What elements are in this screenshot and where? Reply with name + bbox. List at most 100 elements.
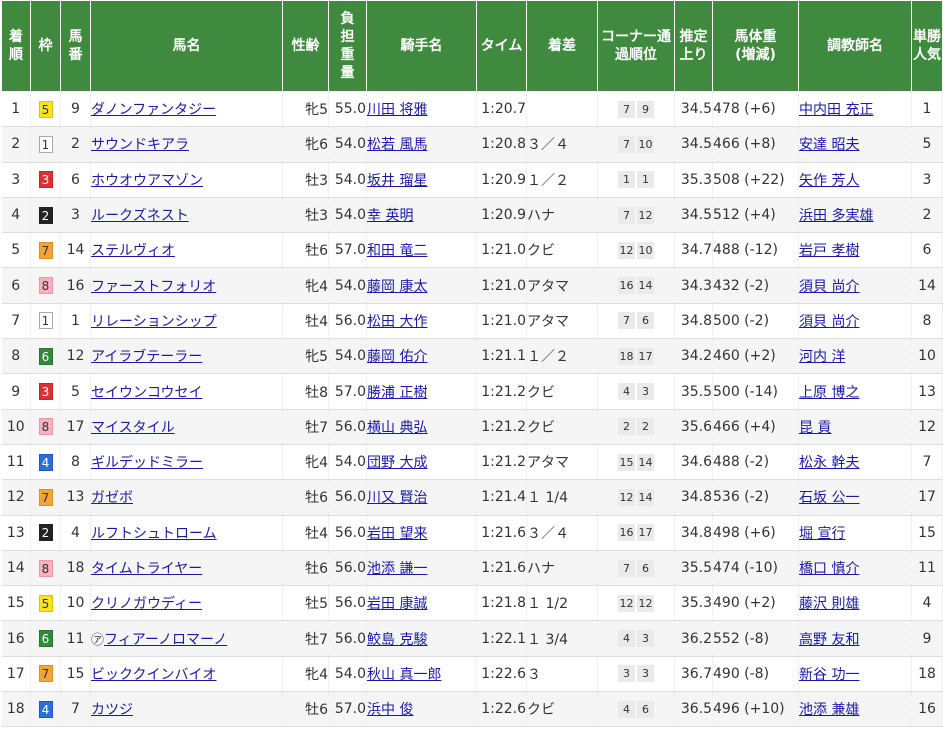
trainer-link[interactable]: 昆 貢 bbox=[799, 420, 831, 436]
horse-link[interactable]: ルークズネスト bbox=[91, 208, 189, 224]
sex-age-cell: 牝4 bbox=[282, 267, 329, 304]
trainer-link[interactable]: 浜田 多実雄 bbox=[799, 208, 873, 224]
jockey-link[interactable]: 岩田 康誠 bbox=[367, 596, 427, 612]
gate-badge: 6 bbox=[38, 347, 53, 365]
weight-cell: 56.0 bbox=[328, 550, 367, 587]
corner-pos: 7 bbox=[618, 312, 635, 330]
table-row: 4 2 3 ルークズネスト 牡3 54.0 幸 英明 1:20.9 ハナ 7 12 34.5 512 (… bbox=[1, 197, 943, 234]
trainer-link[interactable]: 上原 博之 bbox=[799, 385, 859, 401]
horse-link[interactable]: ギルデッドミラー bbox=[91, 455, 203, 471]
trainer-cell: 矢作 芳人 bbox=[798, 162, 912, 198]
horse-link[interactable]: タイムトライヤー bbox=[91, 561, 202, 577]
trainer-link[interactable]: 新谷 功一 bbox=[799, 667, 859, 683]
horse-link[interactable]: ステルヴィオ bbox=[91, 243, 175, 259]
header-margin[interactable]: 着差 bbox=[526, 0, 598, 92]
corner-cell: 22 bbox=[597, 409, 675, 445]
jockey-link[interactable]: 団野 大成 bbox=[367, 455, 427, 471]
trainer-link[interactable]: 河内 洋 bbox=[799, 349, 845, 365]
body-weight-cell: 512 (+4) bbox=[712, 197, 799, 234]
corner-pos: 14 bbox=[637, 453, 654, 471]
trainer-link[interactable]: 橋口 慎介 bbox=[799, 561, 859, 577]
margin-cell: １／２ bbox=[526, 162, 598, 198]
header-sexage[interactable]: 性齢 bbox=[282, 0, 329, 92]
header-num[interactable]: 馬番 bbox=[60, 0, 91, 92]
horse-link[interactable]: ビッククインバイオ bbox=[91, 667, 216, 683]
trainer-link[interactable]: 高野 友和 bbox=[799, 632, 859, 648]
gate-cell: 6 bbox=[30, 338, 61, 375]
horse-number-cell: 3 bbox=[60, 197, 91, 234]
popularity-cell: 9 bbox=[911, 620, 943, 657]
horse-link[interactable]: ダノンファンタジー bbox=[91, 102, 216, 118]
jockey-link[interactable]: 横山 典弘 bbox=[367, 420, 427, 436]
horse-link[interactable]: ガゼボ bbox=[91, 490, 133, 506]
header-bodyweight[interactable]: 馬体重(増減) bbox=[712, 0, 799, 92]
horse-link[interactable]: ファーストフォリオ bbox=[91, 279, 216, 295]
header-trainer[interactable]: 調教師名 bbox=[798, 0, 912, 92]
horse-link[interactable]: ルフトシュトローム bbox=[91, 526, 217, 542]
horse-name-cell: ギルデッドミラー bbox=[90, 444, 283, 481]
popularity-cell: 11 bbox=[911, 550, 943, 587]
horse-link[interactable]: カツジ bbox=[91, 702, 133, 718]
horse-link[interactable]: リレーションシップ bbox=[91, 314, 217, 330]
header-pop[interactable]: 単勝人気 bbox=[911, 0, 943, 92]
header-last3f[interactable]: 推定上り bbox=[674, 0, 713, 92]
horse-link[interactable]: マイスタイル bbox=[91, 420, 175, 436]
gate-badge: 8 bbox=[38, 559, 53, 577]
jockey-link[interactable]: 岩田 望来 bbox=[367, 526, 427, 542]
header-time[interactable]: タイム bbox=[476, 0, 527, 92]
gate-badge: 1 bbox=[38, 312, 53, 330]
horse-link[interactable]: セイウンコウセイ bbox=[91, 385, 202, 401]
jockey-link[interactable]: 坂井 瑠星 bbox=[367, 173, 427, 189]
jockey-link[interactable]: 藤岡 康太 bbox=[367, 279, 427, 295]
body-weight-cell: 474 (-10) bbox=[712, 550, 799, 587]
rank-cell: 10 bbox=[1, 409, 31, 445]
jockey-link[interactable]: 和田 竜二 bbox=[367, 243, 427, 259]
horse-name-cell: タイムトライヤー bbox=[90, 550, 283, 587]
jockey-link[interactable]: 池添 謙一 bbox=[367, 561, 427, 577]
jockey-link[interactable]: 鮫島 克駿 bbox=[367, 632, 427, 648]
trainer-link[interactable]: 堀 宣行 bbox=[799, 526, 845, 542]
body-weight-cell: 508 (+22) bbox=[712, 162, 799, 198]
trainer-link[interactable]: 矢作 芳人 bbox=[799, 173, 859, 189]
corner-pos: 14 bbox=[637, 488, 654, 506]
jockey-link[interactable]: 勝浦 正樹 bbox=[367, 385, 427, 401]
gate-badge: 1 bbox=[38, 135, 53, 153]
header-corner[interactable]: コーナー通過順位 bbox=[597, 0, 675, 92]
trainer-link[interactable]: 岩戸 孝樹 bbox=[799, 243, 859, 259]
horse-name-cell: ステルヴィオ bbox=[90, 232, 283, 269]
trainer-link[interactable]: 池添 兼雄 bbox=[799, 702, 859, 718]
jockey-link[interactable]: 藤岡 佑介 bbox=[367, 349, 427, 365]
jockey-link[interactable]: 幸 英明 bbox=[367, 208, 413, 224]
weight-cell: 57.0 bbox=[328, 232, 367, 269]
horse-link[interactable]: フィアーノロマーノ bbox=[104, 632, 227, 648]
body-weight-cell: 498 (+6) bbox=[712, 515, 799, 551]
last3f-cell: 35.6 bbox=[674, 409, 713, 445]
horse-link[interactable]: ホウオウアマゾン bbox=[91, 173, 203, 189]
jockey-link[interactable]: 松若 風馬 bbox=[367, 137, 427, 153]
header-jockey[interactable]: 騎手名 bbox=[366, 0, 477, 92]
jockey-link[interactable]: 松田 大作 bbox=[367, 314, 427, 330]
horse-link[interactable]: アイラブテーラー bbox=[91, 349, 202, 365]
horse-number-cell: 13 bbox=[60, 479, 91, 516]
weight-cell: 54.0 bbox=[328, 126, 367, 163]
horse-link[interactable]: クリノガウディー bbox=[91, 596, 202, 612]
trainer-link[interactable]: 松永 幹夫 bbox=[799, 455, 859, 471]
header-weight[interactable]: 負担重量 bbox=[328, 0, 367, 92]
trainer-link[interactable]: 須貝 尚介 bbox=[799, 314, 859, 330]
trainer-link[interactable]: 石坂 公一 bbox=[799, 490, 859, 506]
time-cell: 1:21.0 bbox=[476, 267, 527, 304]
jockey-link[interactable]: 秋山 真一郎 bbox=[367, 667, 441, 683]
jockey-cell: 和田 竜二 bbox=[366, 232, 477, 269]
jockey-link[interactable]: 川田 将雅 bbox=[367, 102, 427, 118]
trainer-link[interactable]: 藤沢 則雄 bbox=[799, 596, 859, 612]
trainer-link[interactable]: 安達 昭夫 bbox=[799, 137, 859, 153]
corner-positions: 12 10 bbox=[618, 241, 654, 259]
horse-link[interactable]: サウンドキアラ bbox=[91, 137, 189, 153]
header-rank[interactable]: 着順 bbox=[1, 0, 31, 92]
jockey-link[interactable]: 浜中 俊 bbox=[367, 702, 413, 718]
trainer-link[interactable]: 中内田 充正 bbox=[799, 102, 873, 118]
header-horse[interactable]: 馬名 bbox=[90, 0, 283, 92]
jockey-link[interactable]: 川又 賢治 bbox=[367, 490, 427, 506]
trainer-link[interactable]: 須貝 尚介 bbox=[799, 279, 859, 295]
header-gate[interactable]: 枠 bbox=[30, 0, 61, 92]
